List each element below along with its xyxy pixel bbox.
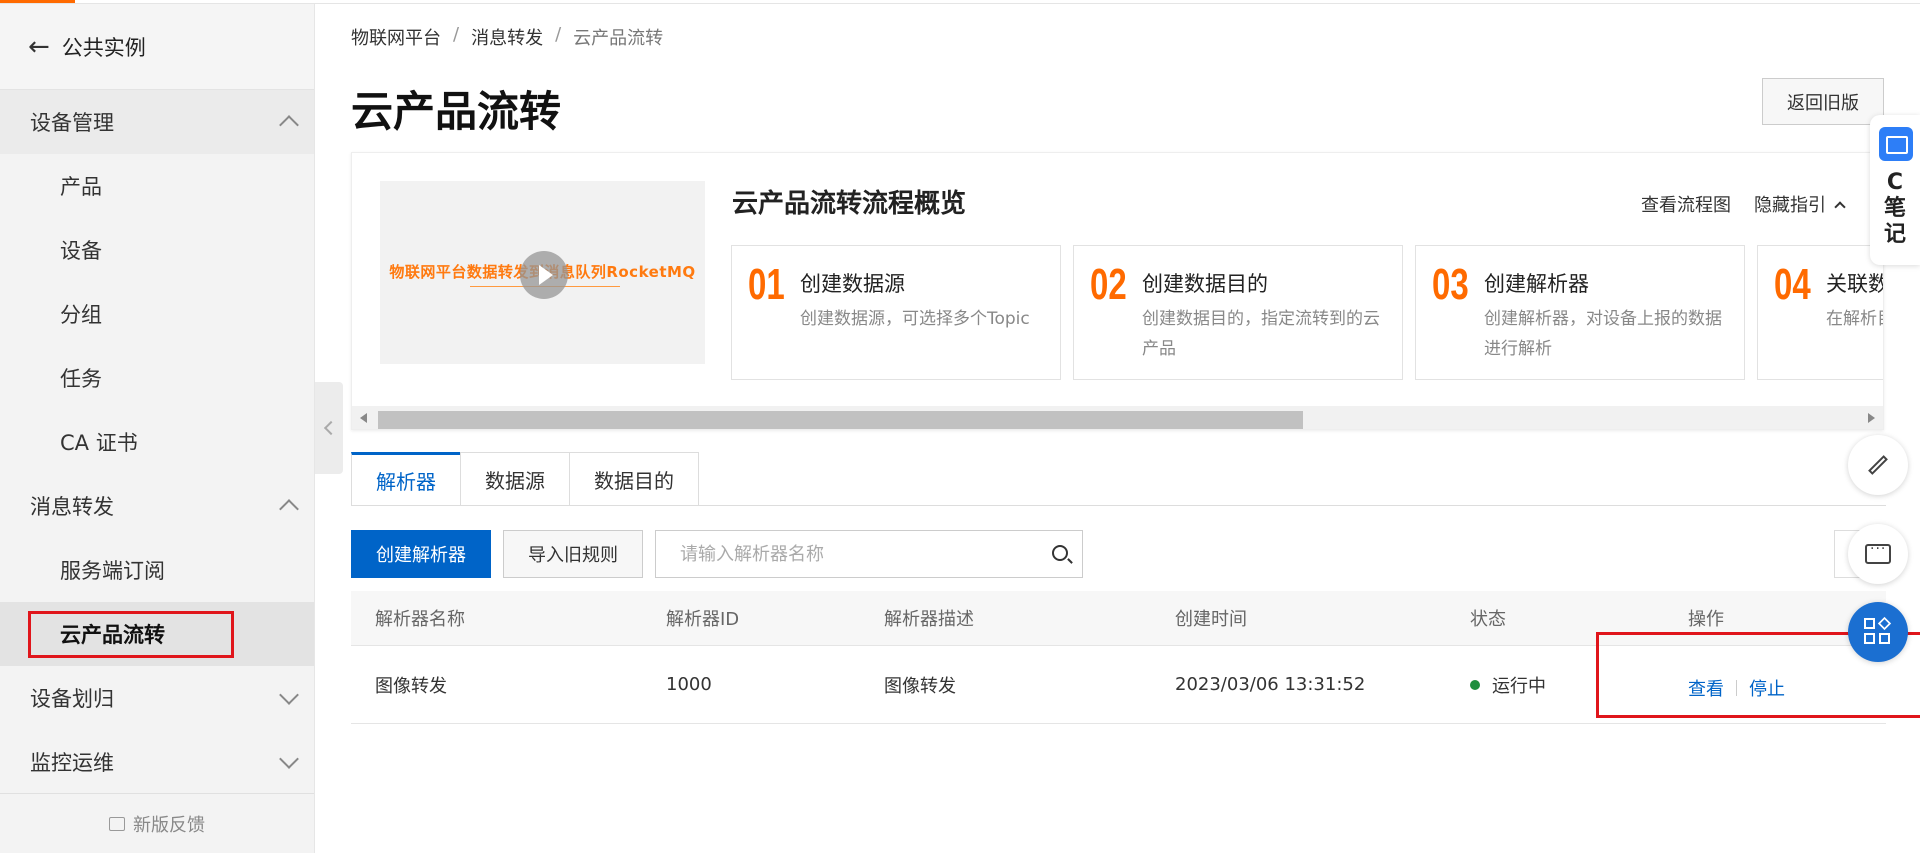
breadcrumb-separator: / — [555, 24, 562, 45]
notes-label: C笔记 — [1883, 170, 1906, 247]
back-to-instances[interactable]: ← 公共实例 — [0, 4, 314, 90]
search-box — [655, 530, 1083, 578]
create-parser-button[interactable]: 创建解析器 — [351, 530, 491, 578]
parser-id: 1000 — [666, 674, 712, 695]
hide-guide-link[interactable]: 隐藏指引 — [1754, 191, 1846, 217]
breadcrumb: 物联网平台 / 消息转发 / 云产品流转 — [351, 24, 663, 50]
pencil-icon — [1868, 455, 1888, 475]
step-number: 02 — [1090, 260, 1127, 309]
sidebar-group-label: 消息转发 — [30, 495, 114, 519]
sidebar-group-monitoring[interactable]: 监控运维 — [0, 730, 314, 794]
step-description: 创建数据源，可选择多个Topic — [800, 309, 1030, 329]
arrow-left-icon: ← — [28, 31, 50, 62]
guide-title: 云产品流转流程概览 — [732, 189, 967, 219]
column-header: 创建时间 — [1175, 609, 1247, 630]
step-title: 创建数据目的 — [1142, 272, 1268, 296]
step-title: 创建数据源 — [800, 272, 905, 296]
note-icon — [1879, 127, 1913, 161]
chat-icon — [1865, 541, 1891, 564]
sidebar-group-message-forwarding[interactable]: 消息转发 — [0, 474, 314, 538]
parser-name: 图像转发 — [375, 675, 447, 697]
step-description: 创建解析器，对设备上报的数据进行解析 — [1484, 309, 1722, 359]
column-header: 解析器名称 — [375, 609, 465, 630]
step-card: 02 创建数据目的 创建数据目的，指定流转到的云产品 — [1073, 245, 1403, 380]
search-icon[interactable] — [1052, 545, 1068, 561]
scroll-left-icon[interactable] — [360, 413, 367, 423]
feedback-label: 新版反馈 — [133, 814, 205, 836]
step-title: 关联数 — [1826, 272, 1884, 296]
sidebar-group-device-management[interactable]: 设备管理 — [0, 90, 314, 154]
tab-bar: 解析器 数据源 数据目的 — [351, 452, 699, 506]
breadcrumb-item-current: 云产品流转 — [573, 28, 664, 49]
sidebar-item-task[interactable]: 任务 — [0, 346, 314, 410]
new-version-feedback[interactable]: 新版反馈 — [0, 793, 314, 853]
sidebar-group-label: 监控运维 — [30, 751, 114, 775]
step-description: 在解析目的 — [1826, 309, 1883, 329]
tabs-divider — [351, 505, 1886, 506]
sidebar: ← 公共实例 设备管理 产品 设备 分组 任务 CA 证书 消息转发 服务端订阅… — [0, 4, 315, 853]
step-number: 01 — [748, 260, 785, 309]
tab-data-source[interactable]: 数据源 — [460, 452, 569, 506]
apps-float-button[interactable] — [1848, 602, 1908, 662]
return-old-version-button[interactable]: 返回旧版 — [1762, 78, 1884, 125]
sidebar-group-label: 设备管理 — [30, 111, 114, 135]
step-card: 03 创建解析器 创建解析器，对设备上报的数据进行解析 — [1415, 245, 1745, 380]
intro-video[interactable]: 物联网平台数据转发到消息队列RocketMQ — [380, 181, 705, 364]
play-icon[interactable] — [520, 251, 568, 299]
status-badge: 运行中 — [1470, 646, 1546, 723]
step-number: 04 — [1774, 260, 1811, 309]
search-input[interactable] — [656, 531, 1016, 577]
chevron-down-icon — [279, 749, 299, 769]
back-label: 公共实例 — [61, 35, 146, 60]
page-title: 云产品流转 — [351, 87, 562, 136]
breadcrumb-item-message-forwarding[interactable]: 消息转发 — [471, 24, 543, 50]
chevron-up-icon — [279, 499, 299, 519]
edit-float-button[interactable] — [1848, 435, 1908, 495]
chevron-down-icon — [279, 685, 299, 705]
tab-data-destination[interactable]: 数据目的 — [569, 452, 699, 506]
hide-guide-label: 隐藏指引 — [1754, 195, 1826, 216]
sidebar-item-group[interactable]: 分组 — [0, 282, 314, 346]
sidebar-item-server-subscription[interactable]: 服务端订阅 — [0, 538, 314, 602]
sidebar-group-device-assignment[interactable]: 设备划归 — [0, 666, 314, 730]
step-number: 03 — [1432, 260, 1469, 309]
feedback-icon — [109, 816, 125, 831]
view-flowchart-link[interactable]: 查看流程图 — [1641, 191, 1731, 217]
column-header: 状态 — [1470, 609, 1506, 630]
step-card: 04 关联数 在解析目的 — [1757, 245, 1884, 380]
sidebar-group-label: 设备划归 — [30, 687, 114, 711]
scroll-right-icon[interactable] — [1868, 413, 1875, 423]
status-text: 运行中 — [1492, 675, 1546, 697]
status-dot-icon — [1470, 679, 1480, 690]
chevron-up-icon — [1834, 201, 1846, 213]
sidebar-collapse-toggle[interactable] — [315, 382, 343, 474]
sidebar-item-ca-cert[interactable]: CA 证书 — [0, 410, 314, 474]
horizontal-scrollbar[interactable] — [352, 406, 1883, 429]
breadcrumb-item-iot[interactable]: 物联网平台 — [351, 24, 441, 50]
highlight-box-sidebar — [28, 611, 234, 658]
chevron-left-icon — [323, 420, 339, 436]
sidebar-item-device[interactable]: 设备 — [0, 218, 314, 282]
scrollbar-thumb[interactable] — [378, 411, 1303, 429]
breadcrumb-separator: / — [453, 24, 460, 45]
chevron-up-icon — [279, 115, 299, 135]
tab-parser[interactable]: 解析器 — [351, 452, 460, 506]
notes-panel-button[interactable]: C笔记 — [1870, 115, 1920, 265]
step-description: 创建数据目的，指定流转到的云产品 — [1142, 309, 1380, 359]
sidebar-item-product[interactable]: 产品 — [0, 154, 314, 218]
parser-description: 图像转发 — [884, 675, 956, 697]
step-title: 创建解析器 — [1484, 272, 1589, 296]
column-header: 解析器ID — [666, 609, 740, 630]
column-header: 解析器描述 — [884, 609, 974, 630]
apps-grid-icon — [1864, 616, 1892, 646]
step-card: 01 创建数据源 创建数据源，可选择多个Topic — [731, 245, 1061, 380]
created-time: 2023/03/06 13:31:52 — [1175, 674, 1366, 695]
import-old-rules-button[interactable]: 导入旧规则 — [503, 530, 643, 578]
flow-guide-panel: 物联网平台数据转发到消息队列RocketMQ 云产品流转流程概览 查看流程图 隐… — [351, 152, 1884, 430]
chat-float-button[interactable] — [1848, 524, 1908, 584]
